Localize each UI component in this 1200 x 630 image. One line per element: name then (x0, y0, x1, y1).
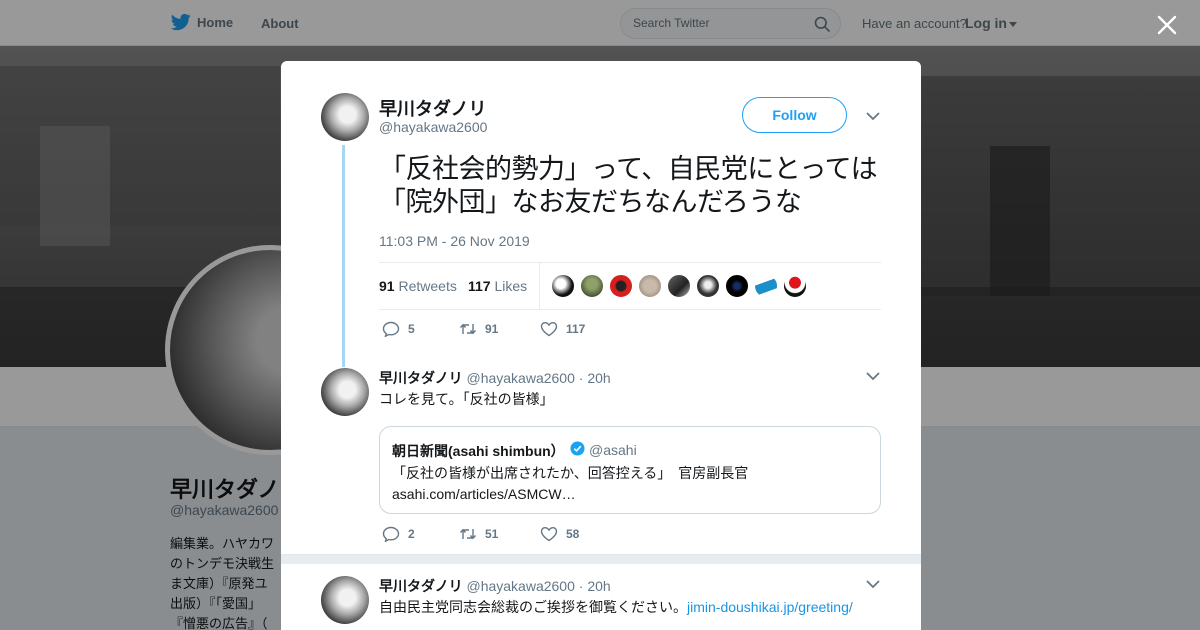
tweet-stats: 91 Retweets 117 Likes (379, 262, 881, 310)
liker-avatar[interactable] (609, 274, 633, 298)
chevron-down-icon[interactable] (866, 371, 880, 381)
reply-text-body: 自由民主党同志会総裁のご挨拶を御覧ください。 (379, 599, 687, 615)
like-action[interactable]: 58 (540, 526, 579, 542)
thread-divider (281, 554, 921, 564)
reply-count: 2 (408, 527, 415, 541)
reply-header: 早川タダノリ @hayakawa2600 · 20h (379, 368, 611, 388)
tweet-author-name[interactable]: 早川タダノリ (379, 95, 486, 121)
retweets-count: 91 (379, 278, 395, 294)
liker-avatar[interactable] (667, 274, 691, 298)
reply-author-handle[interactable]: @hayakawa2600 (466, 370, 574, 386)
liker-avatar[interactable] (551, 274, 575, 298)
quoted-link: asahi.com/articles/ASMCW… (392, 486, 576, 502)
chevron-down-icon[interactable] (866, 579, 880, 589)
follow-button[interactable]: Follow (742, 97, 847, 133)
like-action[interactable]: 117 (540, 321, 585, 337)
retweet-icon (459, 528, 477, 540)
reply-time[interactable]: · 20h (579, 578, 611, 594)
reply-icon (382, 321, 400, 337)
retweets-stat[interactable]: 91 Retweets (379, 278, 457, 294)
reply-count: 5 (408, 322, 415, 336)
quoted-author-handle: @asahi (589, 442, 637, 458)
reply-text: 自由民主党同志会総裁のご挨拶を御覧ください。jimin-doushikai.jp… (379, 597, 853, 617)
reply-action[interactable]: 5 (382, 321, 459, 337)
close-icon[interactable] (1155, 13, 1179, 37)
liker-avatar[interactable] (580, 274, 604, 298)
liker-avatars (551, 274, 812, 298)
tweet-text: 「反社会的勢力」って、自民党にとっては「院外団」なお友だちなんだろうな (379, 154, 878, 218)
verified-icon (570, 441, 585, 456)
stats-divider (539, 263, 540, 309)
avatar[interactable] (321, 576, 369, 624)
likes-count: 117 (468, 278, 491, 294)
quoted-tweet-text: 「反社の皆様が出席されたか、回答控える」 官房副長官 asahi.com/art… (392, 463, 748, 505)
reply-text: コレを見て。「反社の皆様」 (379, 391, 554, 407)
likes-stat[interactable]: 117 Likes (468, 278, 527, 294)
quoted-text-line: 「反社の皆様が出席されたか、回答控える」 官房副長官 (392, 465, 749, 481)
reply-author-handle[interactable]: @hayakawa2600 (466, 578, 574, 594)
reply-author-name[interactable]: 早川タダノリ (379, 578, 463, 594)
reply-link[interactable]: jimin-doushikai.jp/greeting/ (687, 599, 853, 615)
liker-avatar[interactable] (725, 274, 749, 298)
retweet-action[interactable]: 91 (459, 321, 540, 337)
heart-icon (540, 526, 558, 542)
tweet-actions: 5 91 117 (382, 321, 585, 337)
reply-author-name[interactable]: 早川タダノリ (379, 370, 463, 386)
liker-avatar[interactable] (638, 274, 662, 298)
chevron-down-icon[interactable] (866, 111, 880, 121)
heart-icon (540, 321, 558, 337)
tweet-timestamp[interactable]: 11:03 PM - 26 Nov 2019 (379, 233, 530, 249)
avatar[interactable] (321, 368, 369, 416)
retweet-count: 91 (485, 322, 499, 336)
reply-action[interactable]: 2 (382, 526, 459, 542)
reply-time[interactable]: · 20h (579, 370, 611, 386)
retweet-count: 51 (485, 527, 499, 541)
likes-label: Likes (494, 278, 528, 294)
quoted-tweet-card[interactable]: 朝日新聞(asahi shimbun） @asahi 「反社の皆様が出席されたか… (379, 426, 881, 514)
liker-avatar[interactable] (696, 274, 720, 298)
retweet-icon (459, 323, 477, 335)
retweet-action[interactable]: 51 (459, 526, 540, 542)
retweets-label: Retweets (398, 278, 457, 294)
quoted-author-name: 朝日新聞(asahi shimbun） (392, 443, 565, 459)
reply-actions: 2 51 58 (382, 526, 579, 542)
reply-icon (382, 526, 400, 542)
tweet-permalink-modal: 早川タダノリ @hayakawa2600 Follow 「反社会的勢力」って、自… (281, 61, 921, 630)
avatar[interactable] (321, 93, 369, 141)
tweet-author-handle[interactable]: @hayakawa2600 (379, 119, 487, 135)
like-count: 58 (566, 527, 580, 541)
liker-avatar[interactable] (783, 274, 807, 298)
like-count: 117 (566, 322, 586, 336)
liker-avatar[interactable] (754, 274, 778, 298)
conversation-thread-line (342, 145, 345, 367)
reply-header: 早川タダノリ @hayakawa2600 · 20h (379, 576, 611, 596)
